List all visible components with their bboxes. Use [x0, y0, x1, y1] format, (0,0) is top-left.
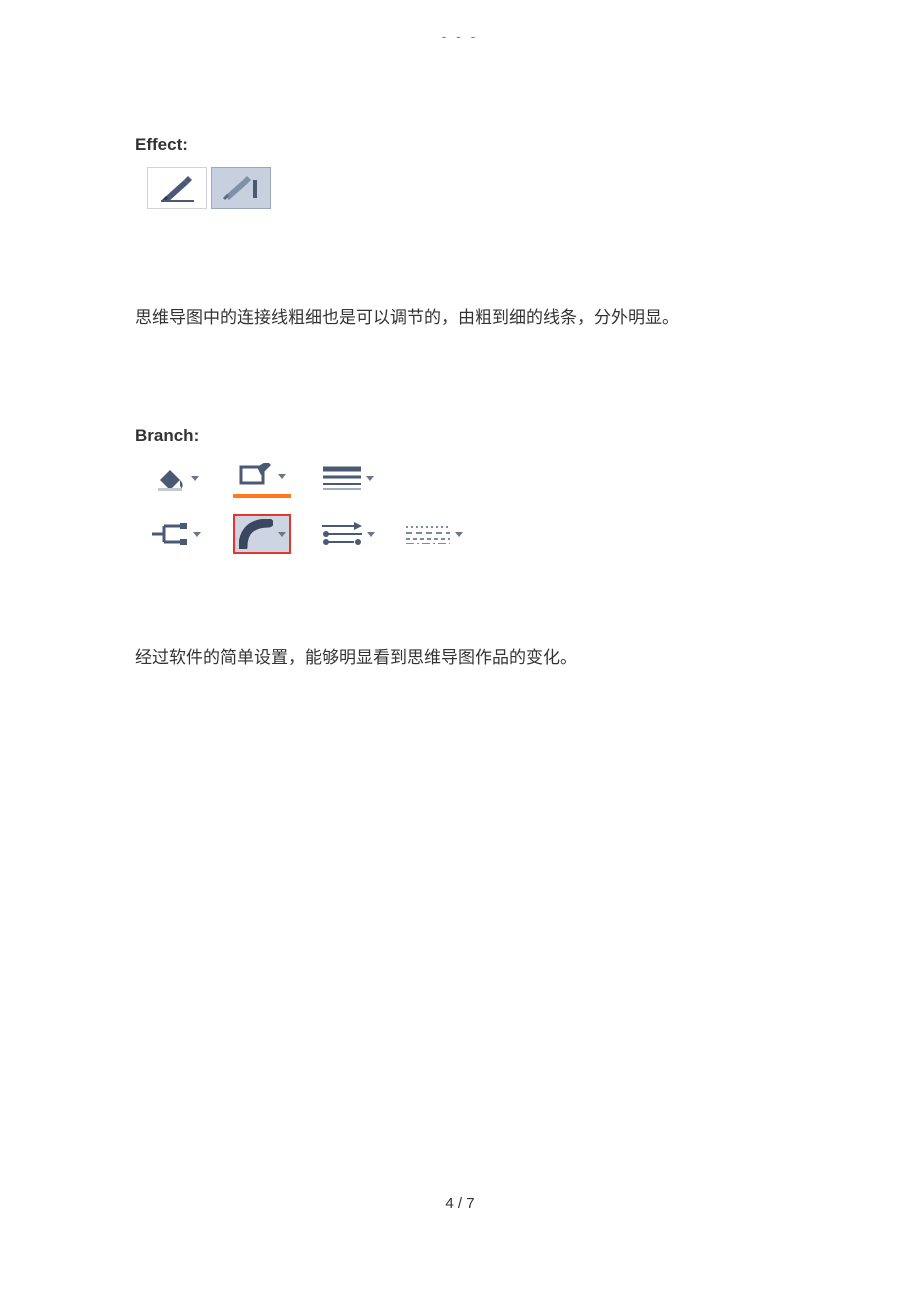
highlight-icon	[239, 463, 273, 489]
branch-section: Branch:	[135, 426, 785, 554]
page-number: 4 / 7	[0, 1195, 920, 1212]
connector-icon	[152, 521, 188, 547]
branch-arrows-button[interactable]	[319, 514, 377, 554]
effect-pen-shadow-button[interactable]	[211, 167, 271, 209]
paragraph-line-thickness: 思维导图中的连接线粗细也是可以调节的，由粗到细的线条，分外明显。	[135, 304, 785, 331]
effect-pen-plain-button[interactable]	[147, 167, 207, 209]
effect-toolbar	[147, 167, 785, 209]
chevron-down-icon	[455, 532, 463, 537]
effect-section: Effect:	[135, 135, 785, 209]
document-page: - - - Effect:	[0, 0, 920, 1302]
pen-icon	[160, 174, 194, 202]
line-width-icon	[323, 466, 361, 490]
curve-icon	[239, 519, 273, 549]
header-dashes: - - -	[442, 28, 479, 44]
arrows-icon	[322, 522, 362, 546]
chevron-down-icon	[191, 476, 199, 481]
branch-label: Branch:	[135, 426, 785, 446]
dashes-icon	[406, 524, 450, 544]
branch-line-width-button[interactable]	[319, 458, 377, 498]
branch-toolbar	[147, 458, 785, 554]
chevron-down-icon	[367, 532, 375, 537]
pen-shadowed-icon	[221, 174, 261, 202]
chevron-down-icon	[278, 532, 286, 537]
branch-connector-button[interactable]	[147, 514, 205, 554]
branch-row-1	[147, 458, 785, 498]
fill-bucket-icon	[154, 464, 186, 492]
paragraph-software-settings: 经过软件的简单设置，能够明显看到思维导图作品的变化。	[135, 644, 785, 671]
branch-dashes-button[interactable]	[405, 514, 463, 554]
effect-label: Effect:	[135, 135, 785, 155]
chevron-down-icon	[193, 532, 201, 537]
branch-curve-button[interactable]	[233, 514, 291, 554]
chevron-down-icon	[278, 474, 286, 479]
branch-highlight-button[interactable]	[233, 458, 291, 498]
chevron-down-icon	[366, 476, 374, 481]
branch-row-2	[147, 514, 785, 554]
branch-fill-button[interactable]	[147, 458, 205, 498]
